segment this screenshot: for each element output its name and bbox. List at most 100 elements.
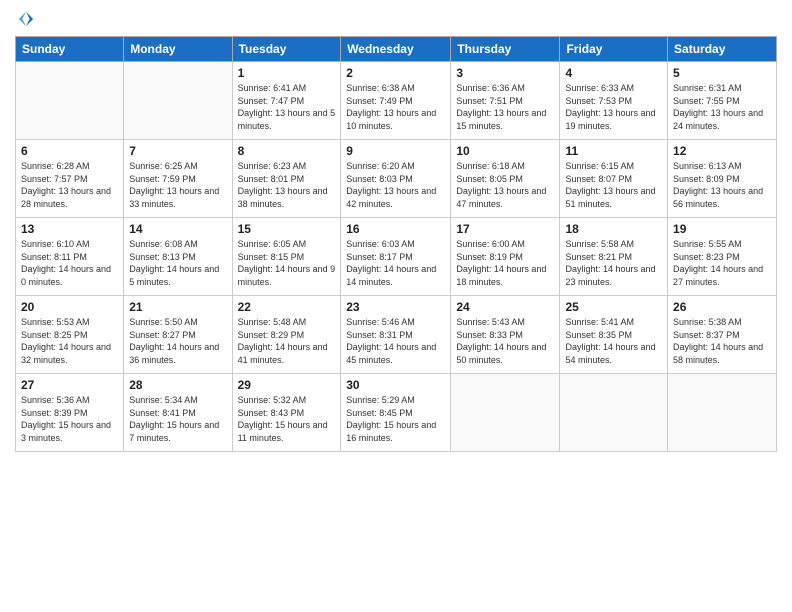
- calendar-cell: 26Sunrise: 5:38 AMSunset: 8:37 PMDayligh…: [668, 296, 777, 374]
- calendar-cell: 18 Sunrise: 5:58 AMSunset: 8:21 PMDayligh…: [560, 218, 668, 296]
- week-row-3: 13 Sunrise: 6:10 AMSunset: 8:11 PMDayligh…: [16, 218, 777, 296]
- calendar-cell: 16 Sunrise: 6:03 AMSunset: 8:17 PMDayligh…: [341, 218, 451, 296]
- day-info: Sunrise: 5:29 AMSunset: 8:45 PMDaylight:…: [346, 394, 445, 444]
- weekday-header-friday: Friday: [560, 37, 668, 62]
- calendar-cell: 15Sunrise: 6:05 AMSunset: 8:15 PMDayligh…: [232, 218, 341, 296]
- day-info: Sunrise: 6:41 AMSunset: 7:47 PMDaylight:…: [238, 82, 336, 132]
- calendar-cell: 13 Sunrise: 6:10 AMSunset: 8:11 PMDayligh…: [16, 218, 124, 296]
- weekday-header-tuesday: Tuesday: [232, 37, 341, 62]
- day-number: 30: [346, 378, 445, 392]
- weekday-header-thursday: Thursday: [451, 37, 560, 62]
- day-number: 2: [346, 66, 445, 80]
- day-number: 9: [346, 144, 445, 158]
- calendar-cell: 5 Sunrise: 6:31 AMSunset: 7:55 PMDaylight…: [668, 62, 777, 140]
- day-info: Sunrise: 5:48 AMSunset: 8:29 PMDaylight:…: [238, 316, 336, 366]
- calendar-cell: 28 Sunrise: 5:34 AMSunset: 8:41 PMDayligh…: [124, 374, 232, 452]
- day-number: 8: [238, 144, 336, 158]
- day-info: Sunrise: 6:23 AMSunset: 8:01 PMDaylight:…: [238, 160, 336, 210]
- calendar-cell: 14 Sunrise: 6:08 AMSunset: 8:13 PMDayligh…: [124, 218, 232, 296]
- day-number: 25: [565, 300, 662, 314]
- calendar-cell: 3 Sunrise: 6:36 AMSunset: 7:51 PMDaylight…: [451, 62, 560, 140]
- week-row-5: 27 Sunrise: 5:36 AMSunset: 8:39 PMDayligh…: [16, 374, 777, 452]
- calendar-cell: 1 Sunrise: 6:41 AMSunset: 7:47 PMDaylight…: [232, 62, 341, 140]
- day-number: 3: [456, 66, 554, 80]
- day-info: Sunrise: 5:53 AMSunset: 8:25 PMDaylight:…: [21, 316, 118, 366]
- day-info: Sunrise: 6:08 AMSunset: 8:13 PMDaylight:…: [129, 238, 226, 288]
- day-info: Sunrise: 6:10 AMSunset: 8:11 PMDaylight:…: [21, 238, 118, 288]
- day-info: Sunrise: 6:18 AMSunset: 8:05 PMDaylight:…: [456, 160, 554, 210]
- day-info: Sunrise: 6:20 AMSunset: 8:03 PMDaylight:…: [346, 160, 445, 210]
- day-number: 22: [238, 300, 336, 314]
- calendar-cell: 11 Sunrise: 6:15 AMSunset: 8:07 PMDayligh…: [560, 140, 668, 218]
- calendar-cell: 9 Sunrise: 6:20 AMSunset: 8:03 PMDaylight…: [341, 140, 451, 218]
- day-number: 27: [21, 378, 118, 392]
- calendar-cell: 12Sunrise: 6:13 AMSunset: 8:09 PMDayligh…: [668, 140, 777, 218]
- week-row-4: 20 Sunrise: 5:53 AMSunset: 8:25 PMDayligh…: [16, 296, 777, 374]
- calendar-cell: 25 Sunrise: 5:41 AMSunset: 8:35 PMDayligh…: [560, 296, 668, 374]
- logo: [15, 10, 35, 28]
- day-info: Sunrise: 5:41 AMSunset: 8:35 PMDaylight:…: [565, 316, 662, 366]
- calendar-cell: 23 Sunrise: 5:46 AMSunset: 8:31 PMDayligh…: [341, 296, 451, 374]
- calendar-cell: 8 Sunrise: 6:23 AMSunset: 8:01 PMDaylight…: [232, 140, 341, 218]
- logo-icon: [17, 10, 35, 28]
- day-number: 1: [238, 66, 336, 80]
- day-number: 18: [565, 222, 662, 236]
- calendar-cell: 27 Sunrise: 5:36 AMSunset: 8:39 PMDayligh…: [16, 374, 124, 452]
- calendar-cell: [451, 374, 560, 452]
- header: [15, 10, 777, 28]
- calendar-cell: 6 Sunrise: 6:28 AMSunset: 7:57 PMDaylight…: [16, 140, 124, 218]
- day-info: Sunrise: 5:50 AMSunset: 8:27 PMDaylight:…: [129, 316, 226, 366]
- day-number: 10: [456, 144, 554, 158]
- day-number: 5: [673, 66, 771, 80]
- day-info: Sunrise: 5:55 AMSunset: 8:23 PMDaylight:…: [673, 238, 771, 288]
- day-number: 28: [129, 378, 226, 392]
- day-info: Sunrise: 6:15 AMSunset: 8:07 PMDaylight:…: [565, 160, 662, 210]
- day-number: 13: [21, 222, 118, 236]
- day-info: Sunrise: 6:03 AMSunset: 8:17 PMDaylight:…: [346, 238, 445, 288]
- day-info: Sunrise: 6:31 AMSunset: 7:55 PMDaylight:…: [673, 82, 771, 132]
- calendar-cell: 2Sunrise: 6:38 AMSunset: 7:49 PMDaylight…: [341, 62, 451, 140]
- calendar-cell: 22 Sunrise: 5:48 AMSunset: 8:29 PMDayligh…: [232, 296, 341, 374]
- day-info: Sunrise: 5:36 AMSunset: 8:39 PMDaylight:…: [21, 394, 118, 444]
- calendar-cell: [124, 62, 232, 140]
- day-info: Sunrise: 5:34 AMSunset: 8:41 PMDaylight:…: [129, 394, 226, 444]
- weekday-header-sunday: Sunday: [16, 37, 124, 62]
- day-number: 24: [456, 300, 554, 314]
- day-info: Sunrise: 6:33 AMSunset: 7:53 PMDaylight:…: [565, 82, 662, 132]
- logo-text: [15, 10, 35, 28]
- day-info: Sunrise: 5:46 AMSunset: 8:31 PMDaylight:…: [346, 316, 445, 366]
- calendar-cell: 20 Sunrise: 5:53 AMSunset: 8:25 PMDayligh…: [16, 296, 124, 374]
- day-info: Sunrise: 5:32 AMSunset: 8:43 PMDaylight:…: [238, 394, 336, 444]
- day-info: Sunrise: 6:36 AMSunset: 7:51 PMDaylight:…: [456, 82, 554, 132]
- calendar-cell: [560, 374, 668, 452]
- weekday-header-row: SundayMondayTuesdayWednesdayThursdayFrid…: [16, 37, 777, 62]
- day-number: 21: [129, 300, 226, 314]
- day-number: 6: [21, 144, 118, 158]
- calendar-cell: [668, 374, 777, 452]
- day-number: 7: [129, 144, 226, 158]
- calendar-cell: 4 Sunrise: 6:33 AMSunset: 7:53 PMDaylight…: [560, 62, 668, 140]
- day-info: Sunrise: 6:28 AMSunset: 7:57 PMDaylight:…: [21, 160, 118, 210]
- day-info: Sunrise: 6:00 AMSunset: 8:19 PMDaylight:…: [456, 238, 554, 288]
- calendar-cell: 29 Sunrise: 5:32 AMSunset: 8:43 PMDayligh…: [232, 374, 341, 452]
- day-info: Sunrise: 6:05 AMSunset: 8:15 PMDaylight:…: [238, 238, 336, 288]
- day-number: 23: [346, 300, 445, 314]
- week-row-1: 1 Sunrise: 6:41 AMSunset: 7:47 PMDaylight…: [16, 62, 777, 140]
- day-info: Sunrise: 5:58 AMSunset: 8:21 PMDaylight:…: [565, 238, 662, 288]
- day-number: 11: [565, 144, 662, 158]
- calendar-cell: 19 Sunrise: 5:55 AMSunset: 8:23 PMDayligh…: [668, 218, 777, 296]
- calendar-cell: 7Sunrise: 6:25 AMSunset: 7:59 PMDaylight…: [124, 140, 232, 218]
- day-number: 29: [238, 378, 336, 392]
- day-number: 19: [673, 222, 771, 236]
- day-number: 16: [346, 222, 445, 236]
- week-row-2: 6 Sunrise: 6:28 AMSunset: 7:57 PMDaylight…: [16, 140, 777, 218]
- day-number: 4: [565, 66, 662, 80]
- day-number: 20: [21, 300, 118, 314]
- calendar-cell: 21 Sunrise: 5:50 AMSunset: 8:27 PMDayligh…: [124, 296, 232, 374]
- day-info: Sunrise: 5:43 AMSunset: 8:33 PMDaylight:…: [456, 316, 554, 366]
- day-number: 26: [673, 300, 771, 314]
- page: SundayMondayTuesdayWednesdayThursdayFrid…: [0, 0, 792, 612]
- day-number: 14: [129, 222, 226, 236]
- calendar-cell: 30 Sunrise: 5:29 AMSunset: 8:45 PMDayligh…: [341, 374, 451, 452]
- day-info: Sunrise: 6:13 AMSunset: 8:09 PMDaylight:…: [673, 160, 771, 210]
